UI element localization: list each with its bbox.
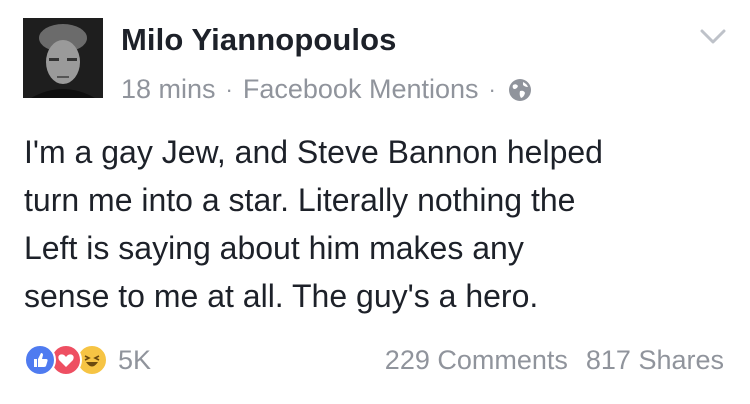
post-text: I'm a gay Jew, and Steve Bannon helped t…: [24, 128, 729, 320]
post-text-line: sense to me at all. The guy's a hero.: [24, 278, 539, 314]
avatar-photo: [23, 18, 103, 98]
author-name[interactable]: Milo Yiannopoulos: [121, 22, 397, 58]
facebook-post: Milo Yiannopoulos 18 mins · Facebook Men…: [0, 0, 750, 404]
reaction-count[interactable]: 5K: [118, 345, 151, 376]
post-text-line: I'm a gay Jew, and Steve Bannon helped: [24, 134, 603, 170]
post-text-line: Left is saying about him makes any: [24, 230, 524, 266]
meta-separator: ·: [225, 76, 233, 102]
post-footer: 5K 229 Comments 817 Shares: [24, 338, 724, 382]
shares-link[interactable]: 817 Shares: [586, 345, 724, 376]
engagement-links: 229 Comments 817 Shares: [385, 338, 724, 382]
chevron-down-icon[interactable]: [700, 28, 726, 46]
like-icon: [24, 344, 56, 376]
post-timestamp[interactable]: 18 mins: [121, 74, 216, 105]
globe-icon: [508, 78, 532, 102]
post-source[interactable]: Facebook Mentions: [243, 74, 479, 105]
comments-link[interactable]: 229 Comments: [385, 345, 568, 376]
post-meta: 18 mins · Facebook Mentions ·: [121, 74, 532, 105]
post-text-line: turn me into a star. Literally nothing t…: [24, 182, 576, 218]
avatar[interactable]: [23, 18, 103, 98]
reactions[interactable]: [24, 344, 108, 376]
meta-separator: ·: [488, 76, 496, 102]
